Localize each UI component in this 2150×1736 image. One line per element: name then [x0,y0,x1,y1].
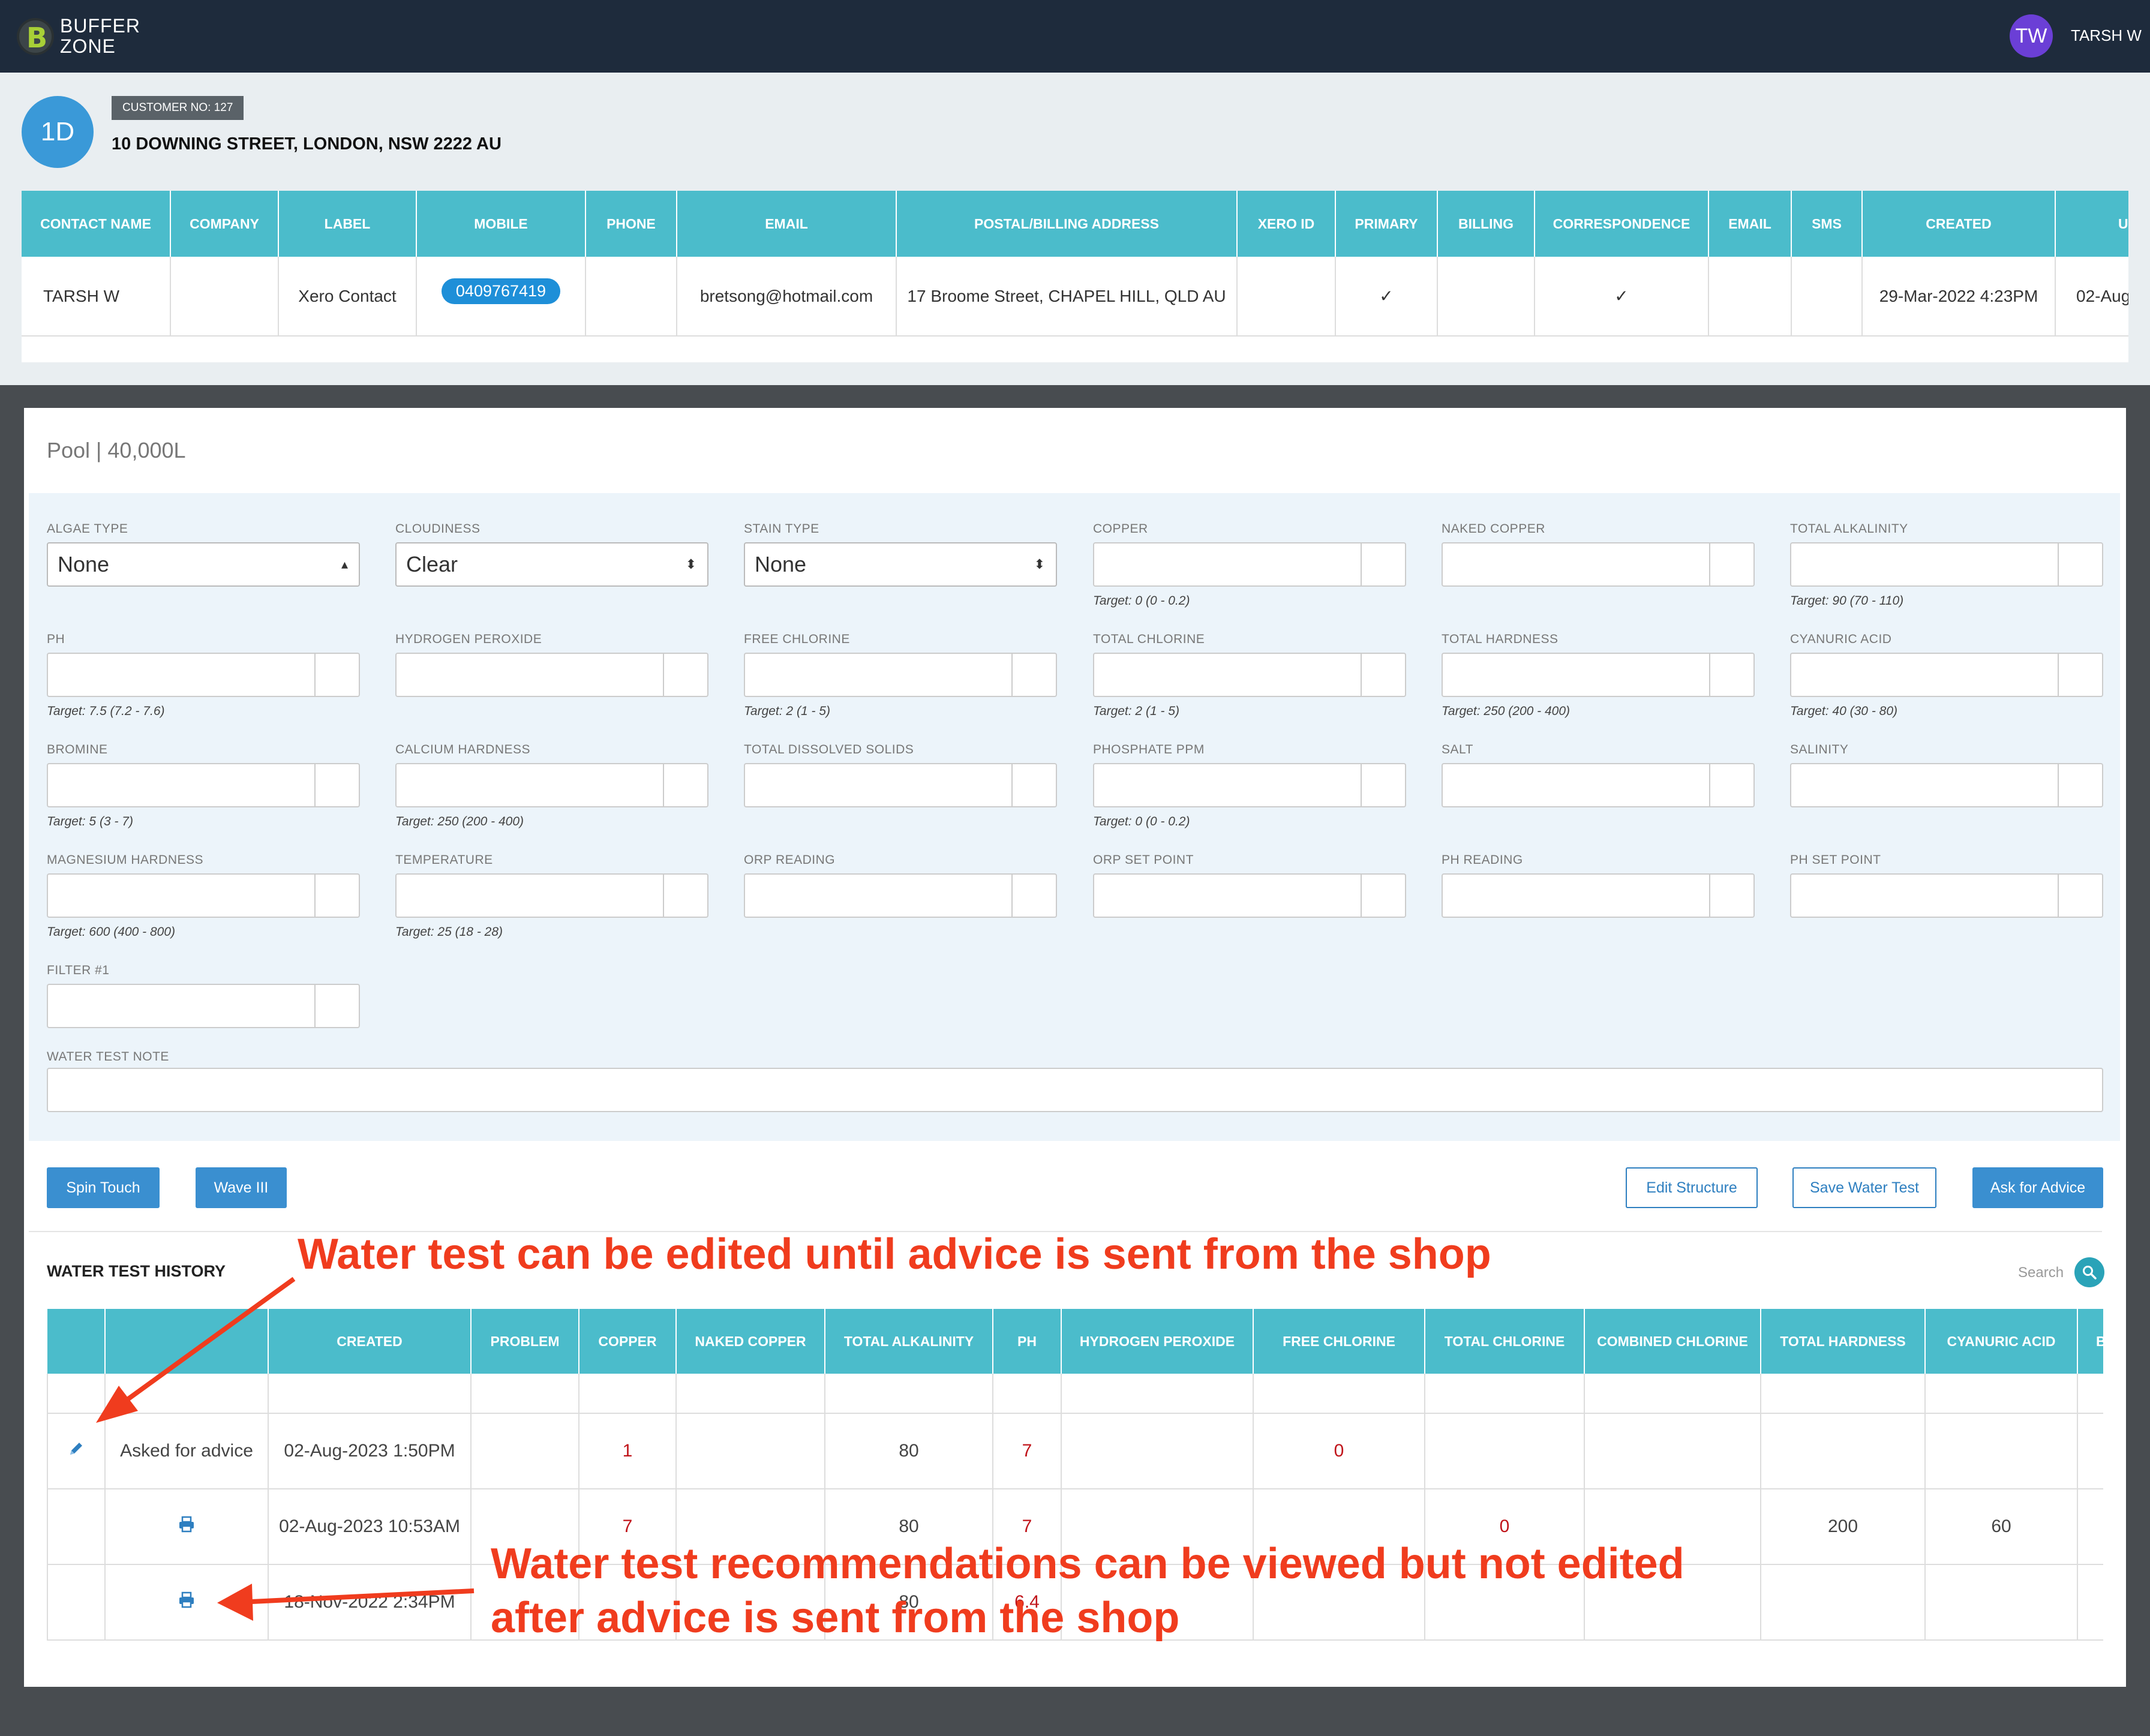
annotation-edit-note: Water test can be edited until advice is… [298,1230,1491,1278]
annotation-view-note-line2: after advice is sent from the shop [491,1594,1180,1642]
view-arrow-line [251,1588,475,1604]
annotation-arrows [96,1277,475,1621]
annotation-view-note-line1: Water test recommendations can be viewed… [491,1540,1684,1588]
edit-arrow-line [118,1277,296,1407]
edit-arrow-head-icon [96,1386,138,1423]
view-arrow-head-icon [217,1584,253,1621]
